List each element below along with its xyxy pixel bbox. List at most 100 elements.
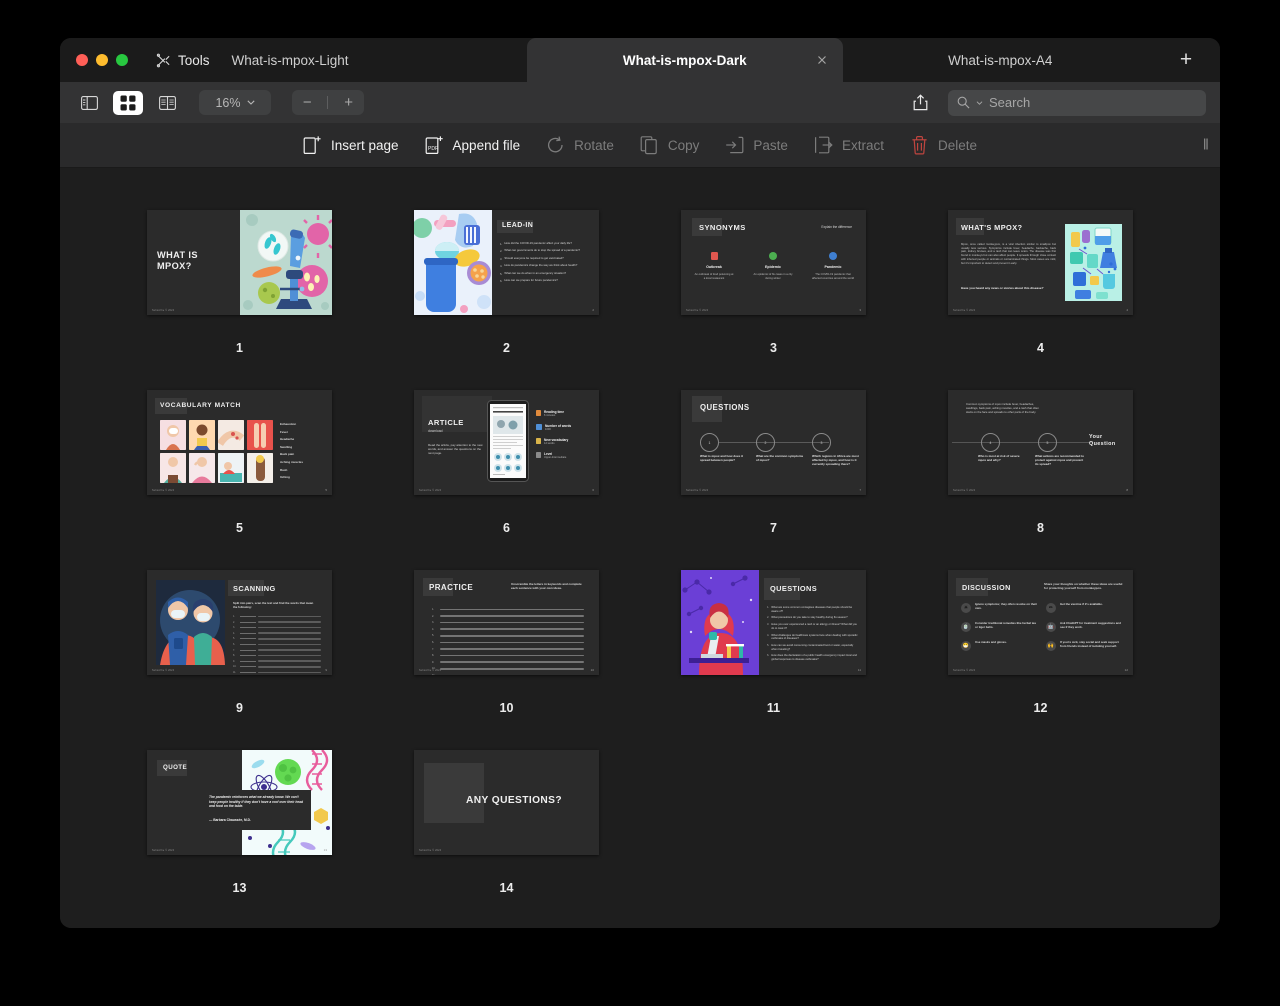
slide-canvas: ANY QUESTIONS? Subscribe © 2024 bbox=[414, 750, 599, 855]
page-cell[interactable]: SCANNING Split into pairs, scan the text… bbox=[106, 550, 373, 730]
new-tab-button[interactable]: + bbox=[1158, 38, 1220, 82]
page-cell[interactable]: SYNONYMS Explain the difference Outbreak… bbox=[640, 190, 907, 370]
zoom-in-button[interactable]: + bbox=[338, 94, 359, 111]
question-marker: 5 bbox=[1038, 433, 1057, 452]
page-cell[interactable]: QUOTE The pandemic reinforces what we al… bbox=[106, 730, 373, 910]
question-item: Have you ever experienced a rash or an a… bbox=[771, 623, 857, 630]
search-field[interactable]: Search bbox=[948, 89, 1206, 116]
rotate-button[interactable]: Rotate bbox=[546, 135, 614, 155]
vocab-card[interactable] bbox=[189, 453, 215, 483]
slide-canvas: PRACTICE Unscramble the letters in keywo… bbox=[414, 570, 599, 675]
tab-what-is-mpox-a4[interactable]: What-is-mpox-A4 bbox=[842, 38, 1159, 82]
page-cell[interactable]: Common symptoms of mpox include fever, h… bbox=[907, 370, 1174, 550]
page-thumbnail-7[interactable]: QUESTIONS 1 What is mpox and how does it… bbox=[681, 390, 866, 495]
discussion-item: 🙌 If you're sick, stay social and seek s… bbox=[1046, 640, 1124, 651]
page-thumbnail-3[interactable]: SYNONYMS Explain the difference Outbreak… bbox=[681, 210, 866, 315]
page-thumbnail-5[interactable]: VOCABULARY MATCH Exhaustion Fever Headac… bbox=[147, 390, 332, 495]
page-thumbnail-11[interactable]: QUESTIONS 1. What are some common contagi… bbox=[681, 570, 866, 675]
delete-button[interactable]: Delete bbox=[910, 135, 977, 155]
lead-in-list: 1. How did the COVID-19 pandemic affect y… bbox=[500, 241, 581, 283]
insert-page-label: Insert page bbox=[331, 137, 399, 153]
page-thumbnail-area[interactable]: WHAT IS MPOX? Subscribe © 2024 1 LEAD-IN… bbox=[60, 168, 1220, 928]
page-number: 2 bbox=[503, 341, 510, 355]
page-thumbnail-9[interactable]: SCANNING Split into pairs, scan the text… bbox=[147, 570, 332, 675]
page-thumbnail-6[interactable]: ARTICLE download Read the article, pay a… bbox=[414, 390, 599, 495]
page-cell[interactable]: QUESTIONS 1. What are some common contagi… bbox=[640, 550, 907, 730]
question-text: What are the common symptoms of mpox? bbox=[756, 454, 804, 463]
word: Itching bbox=[280, 475, 290, 480]
window-controls bbox=[60, 38, 142, 82]
close-window-button[interactable] bbox=[76, 54, 88, 66]
page-cell[interactable]: ARTICLE download Read the article, pay a… bbox=[373, 370, 640, 550]
page-thumbnail-1[interactable]: WHAT IS MPOX? Subscribe © 2024 bbox=[147, 210, 332, 315]
slide-body: Read the article, pay attention to the n… bbox=[428, 443, 483, 456]
word: Swelling bbox=[280, 444, 293, 449]
word: Exhaustion bbox=[280, 422, 297, 426]
grid-view-button[interactable] bbox=[113, 90, 143, 115]
article-stats: Reading time 6 minutes Number of words 100… bbox=[536, 410, 594, 459]
page-thumbnail-10[interactable]: PRACTICE Unscramble the letters in keywo… bbox=[414, 570, 599, 675]
action-buttons: Insert page PDF Append file Rotate Copy … bbox=[303, 135, 977, 155]
tab-label: What-is-mpox-A4 bbox=[948, 52, 1053, 68]
tab-what-is-mpox-dark[interactable]: What-is-mpox-Dark bbox=[527, 38, 843, 82]
page-cell[interactable]: VOCABULARY MATCH Exhaustion Fever Headac… bbox=[106, 370, 373, 550]
slide-question: Have you heard any news or stories about… bbox=[961, 286, 1044, 290]
vocab-card[interactable] bbox=[218, 453, 244, 483]
append-file-button[interactable]: PDF Append file bbox=[425, 135, 520, 155]
epidemic-icon bbox=[769, 252, 777, 260]
vocab-card[interactable] bbox=[247, 453, 273, 483]
vocab-card[interactable] bbox=[189, 420, 215, 450]
search-input[interactable]: Search bbox=[989, 95, 1030, 110]
microscope-virus-illustration bbox=[240, 210, 332, 315]
slide-canvas: Common symptoms of mpox include fever, h… bbox=[948, 390, 1133, 495]
page-cell[interactable]: ANY QUESTIONS? Subscribe © 2024 14 bbox=[373, 730, 640, 910]
vocab-card[interactable] bbox=[160, 420, 186, 450]
question-marker: 1 bbox=[700, 433, 719, 452]
minimize-window-button[interactable] bbox=[96, 54, 108, 66]
column-name: Outbreak bbox=[706, 265, 722, 269]
slide-subtitle: download bbox=[428, 429, 443, 433]
slide-canvas: VOCABULARY MATCH Exhaustion Fever Headac… bbox=[147, 390, 332, 495]
list-item: How did the COVID-19 pandemic affect you… bbox=[504, 241, 572, 245]
page-grid: WHAT IS MPOX? Subscribe © 2024 1 LEAD-IN… bbox=[60, 190, 1220, 910]
page-cell[interactable]: PRACTICE Unscramble the letters in keywo… bbox=[373, 550, 640, 730]
slide-subtitle: Unscramble the letters in keywords and c… bbox=[511, 582, 582, 591]
copy-button[interactable]: Copy bbox=[640, 135, 699, 155]
vocab-card[interactable] bbox=[247, 420, 273, 450]
page-thumbnail-12[interactable]: DISCUSSION Share your thoughts on whethe… bbox=[948, 570, 1133, 675]
tab-what-is-mpox-light[interactable]: What-is-mpox-Light bbox=[223, 38, 528, 82]
sidebar-view-button[interactable] bbox=[74, 91, 104, 115]
vocab-card[interactable] bbox=[218, 420, 244, 450]
page-cell[interactable]: QUESTIONS 1 What is mpox and how does it… bbox=[640, 370, 907, 550]
thumbnail-wrap: DISCUSSION Share your thoughts on whethe… bbox=[948, 550, 1133, 695]
panel-resize-handle[interactable]: ‖ bbox=[1203, 137, 1209, 154]
slide-body: Mpox, once called monkeypox, is a viral … bbox=[961, 243, 1056, 265]
zoom-out-button[interactable]: − bbox=[297, 94, 318, 111]
thumbnail-wrap: VOCABULARY MATCH Exhaustion Fever Headac… bbox=[147, 370, 332, 515]
extract-button[interactable]: Extract bbox=[814, 135, 884, 155]
page-thumbnail-13[interactable]: QUOTE The pandemic reinforces what we al… bbox=[147, 750, 332, 855]
two-page-view-button[interactable] bbox=[152, 91, 182, 115]
vocab-card[interactable] bbox=[160, 453, 186, 483]
slide-footer: Subscribe © 2024 bbox=[152, 669, 175, 672]
tab-label: What-is-mpox-Dark bbox=[622, 52, 747, 68]
close-tab-icon[interactable] bbox=[815, 53, 829, 67]
page-cell[interactable]: WHAT'S MPOX? Mpox, once called monkeypox… bbox=[907, 190, 1174, 370]
page-cell[interactable]: WHAT IS MPOX? Subscribe © 2024 1 bbox=[106, 190, 373, 370]
insert-page-button[interactable]: Insert page bbox=[303, 135, 399, 155]
stat-item: Level Upper-Intermediate bbox=[536, 452, 594, 459]
share-button[interactable] bbox=[907, 91, 933, 115]
list-item: How can we prepare for future pandemics? bbox=[504, 277, 558, 282]
maximize-window-button[interactable] bbox=[116, 54, 128, 66]
page-thumbnail-2[interactable]: LEAD-IN 1. How did the COVID-19 pandemic … bbox=[414, 210, 599, 315]
page-thumbnail-14[interactable]: ANY QUESTIONS? Subscribe © 2024 bbox=[414, 750, 599, 855]
page-thumbnail-4[interactable]: WHAT'S MPOX? Mpox, once called monkeypox… bbox=[948, 210, 1133, 315]
zoom-level-dropdown[interactable]: 16% bbox=[199, 90, 271, 115]
paste-button[interactable]: Paste bbox=[725, 135, 788, 155]
tools-button[interactable]: Tools bbox=[142, 38, 224, 82]
page-thumbnail-8[interactable]: Common symptoms of mpox include fever, h… bbox=[948, 390, 1133, 495]
list-item: What can governments do to stop the spre… bbox=[504, 248, 581, 253]
page-cell[interactable]: LEAD-IN 1. How did the COVID-19 pandemic … bbox=[373, 190, 640, 370]
page-cell[interactable]: DISCUSSION Share your thoughts on whethe… bbox=[907, 550, 1174, 730]
pdf-app-window: Tools What-is-mpox-Light What-is-mpox-Da… bbox=[60, 38, 1220, 928]
